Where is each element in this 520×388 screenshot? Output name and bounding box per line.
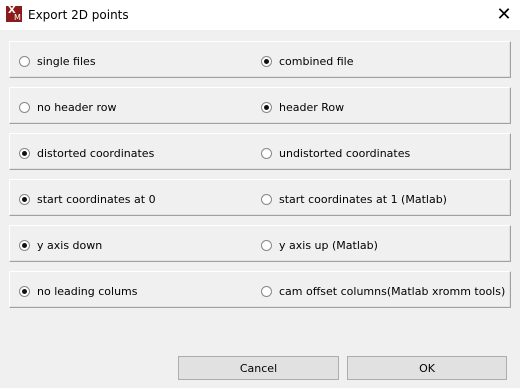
- radio-circle-icon: [261, 55, 272, 67]
- radio-label: y axis up (Matlab): [279, 238, 378, 252]
- radio-header-row[interactable]: header Row: [261, 100, 344, 114]
- close-icon: ✕: [496, 4, 512, 25]
- radio-y-axis-up[interactable]: y axis up (Matlab): [261, 238, 378, 252]
- radio-no-leading-columns[interactable]: no leading colums: [19, 284, 138, 298]
- radio-circle-icon: [19, 285, 30, 297]
- radio-no-header-row[interactable]: no header row: [19, 100, 116, 114]
- radio-label: combined file: [279, 54, 354, 68]
- option-group-distortion: distorted coordinates undistorted coordi…: [9, 133, 511, 170]
- radio-circle-icon: [261, 147, 272, 159]
- radio-label: y axis down: [37, 238, 103, 252]
- radio-label: header Row: [279, 100, 345, 114]
- radio-label: single files: [37, 54, 96, 68]
- option-group-output-files: single files combined file: [9, 41, 511, 78]
- radio-label: distorted coordinates: [37, 146, 155, 160]
- radio-circle-icon: [19, 101, 30, 113]
- title-bar: XM Export 2D points ✕: [0, 0, 520, 30]
- radio-label: start coordinates at 1 (Matlab): [279, 192, 447, 206]
- option-group-header: no header row header Row: [9, 87, 511, 124]
- radio-start-at-1[interactable]: start coordinates at 1 (Matlab): [261, 192, 447, 206]
- radio-label: undistorted coordinates: [279, 146, 411, 160]
- option-group-leading-columns: no leading colums cam offset columns(Mat…: [9, 271, 511, 308]
- radio-label: cam offset columns(Matlab xromm tools): [279, 284, 506, 298]
- app-logo-icon: XM: [6, 6, 22, 22]
- radio-label: no leading colums: [37, 284, 138, 298]
- radio-distorted-coordinates[interactable]: distorted coordinates: [19, 146, 154, 160]
- radio-single-files[interactable]: single files: [19, 54, 96, 68]
- radio-circle-icon: [261, 193, 272, 205]
- window-title: Export 2D points: [28, 8, 129, 22]
- radio-label: start coordinates at 0: [37, 192, 156, 206]
- close-button[interactable]: ✕: [488, 0, 520, 30]
- radio-label: no header row: [37, 100, 117, 114]
- ok-button[interactable]: OK: [347, 356, 507, 380]
- radio-circle-icon: [19, 239, 30, 251]
- option-group-coordinate-start: start coordinates at 0 start coordinates…: [9, 179, 511, 216]
- radio-cam-offset-columns[interactable]: cam offset columns(Matlab xromm tools): [261, 284, 505, 298]
- radio-y-axis-down[interactable]: y axis down: [19, 238, 102, 252]
- radio-circle-icon: [19, 193, 30, 205]
- cancel-button[interactable]: Cancel: [178, 356, 339, 380]
- radio-circle-icon: [19, 55, 30, 67]
- radio-undistorted-coordinates[interactable]: undistorted coordinates: [261, 146, 410, 160]
- radio-circle-icon: [261, 101, 272, 113]
- radio-circle-icon: [261, 285, 272, 297]
- radio-combined-file[interactable]: combined file: [261, 54, 354, 68]
- radio-circle-icon: [261, 239, 272, 251]
- radio-start-at-0[interactable]: start coordinates at 0: [19, 192, 156, 206]
- radio-circle-icon: [19, 147, 30, 159]
- option-group-y-axis: y axis down y axis up (Matlab): [9, 225, 511, 262]
